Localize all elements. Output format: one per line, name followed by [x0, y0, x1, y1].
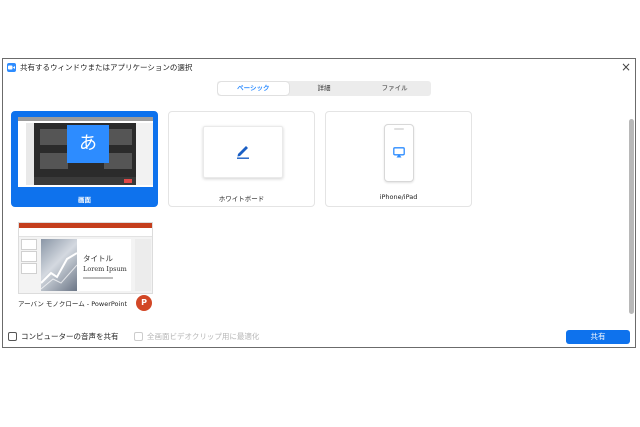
share-audio-checkbox[interactable] — [8, 332, 17, 341]
share-item-label: ホワイトボード — [218, 195, 265, 203]
screen-thumbnail: あ — [18, 117, 153, 187]
title-bar: 共有するウィンドウまたはアプリケーションの選択 × — [3, 59, 635, 76]
share-audio-label: コンピューターの音声を共有 — [21, 332, 119, 341]
share-options-grid: あ 画面 ホワイトボード iPhone/iPad タイトル Lorem Ipsu… — [3, 101, 631, 321]
tab-basic[interactable]: ベーシック — [218, 82, 289, 95]
share-dialog: 共有するウィンドウまたはアプリケーションの選択 × ベーシック 詳細 ファイル … — [2, 58, 636, 348]
share-button[interactable]: 共有 — [566, 330, 630, 344]
zoom-app-icon — [7, 63, 16, 72]
optimize-video-label: 全画面ビデオクリップ用に最適化 — [147, 332, 260, 341]
scrollbar[interactable] — [629, 119, 634, 314]
dialog-footer: コンピューターの音声を共有 全画面ビデオクリップ用に最適化 共有 — [3, 327, 635, 349]
close-icon[interactable]: × — [621, 59, 631, 76]
phone-thumbnail — [384, 124, 414, 182]
tab-bar: ベーシック 詳細 ファイル — [217, 81, 431, 96]
slide-title: タイトル — [83, 254, 113, 263]
tab-files[interactable]: ファイル — [359, 82, 430, 95]
share-item-powerpoint[interactable]: タイトル Lorem Ipsum アーバン モノクローム - PowerPoin… — [11, 217, 158, 313]
dialog-title: 共有するウィンドウまたはアプリケーションの選択 — [20, 63, 193, 72]
tab-advanced[interactable]: 詳細 — [289, 82, 360, 95]
whiteboard-thumbnail — [203, 126, 283, 178]
share-item-screen[interactable]: あ 画面 — [11, 111, 158, 207]
airplay-icon — [393, 147, 405, 158]
share-item-iphone-ipad[interactable]: iPhone/iPad — [325, 111, 472, 207]
share-item-label: iPhone/iPad — [379, 193, 418, 201]
share-item-whiteboard[interactable]: ホワイトボード — [168, 111, 315, 207]
powerpoint-thumbnail: タイトル Lorem Ipsum — [18, 222, 153, 294]
slide-subtitle: Lorem Ipsum — [83, 265, 127, 273]
powerpoint-icon: P — [136, 295, 152, 311]
share-item-label: アーバン モノクローム - PowerPoint — [18, 300, 128, 308]
optimize-video-checkbox[interactable] — [134, 332, 143, 341]
screen-thumb-char: あ — [67, 125, 109, 163]
share-item-label: 画面 — [78, 196, 91, 204]
pencil-icon — [237, 146, 249, 159]
